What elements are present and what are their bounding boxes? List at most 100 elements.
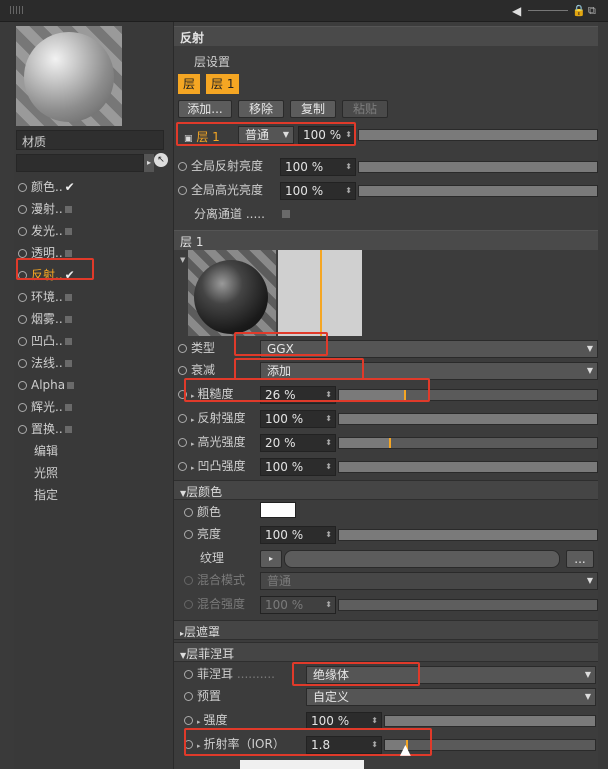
expand-arrow-icon[interactable]: ▼ (180, 256, 185, 264)
bump-strength-slider[interactable] (338, 461, 598, 473)
spinner-icon[interactable]: ⬍ (325, 411, 332, 427)
fresnel-header[interactable]: ▼层菲涅耳 (174, 642, 598, 662)
texture-slot[interactable] (284, 550, 560, 568)
remove-layer-button[interactable]: 移除 (238, 100, 284, 118)
spinner-icon[interactable]: ⬍ (345, 159, 352, 175)
extra-assignment[interactable]: 指定 (34, 484, 58, 506)
bump-strength-field[interactable]: 100 % ⬍ (260, 458, 336, 476)
strength-slider[interactable] (384, 715, 596, 727)
texture-menu-button[interactable]: ▸ (260, 550, 282, 568)
expand-arrow-icon[interactable]: ▸ (197, 718, 201, 726)
radio-icon[interactable] (178, 414, 187, 423)
preset-select[interactable]: 自定义 ▼ (306, 688, 596, 706)
radio-icon[interactable] (178, 162, 187, 171)
channel-glow[interactable]: 辉光.. (18, 396, 168, 418)
radio-icon[interactable] (18, 425, 27, 434)
checkbox[interactable] (64, 338, 72, 345)
spinner-icon[interactable]: ⬍ (325, 597, 332, 613)
global-reflect-slider[interactable] (358, 161, 598, 173)
checkbox[interactable] (64, 206, 72, 213)
radio-icon[interactable] (178, 186, 187, 195)
spinner-icon[interactable]: ⬍ (325, 459, 332, 475)
channel-normal[interactable]: 法线.. (18, 352, 168, 374)
spinner-icon[interactable]: ⬍ (371, 713, 378, 729)
radio-icon[interactable] (18, 249, 27, 258)
drag-grip-icon[interactable] (10, 6, 24, 14)
radio-icon[interactable] (184, 576, 193, 585)
add-layer-button[interactable]: 添加... (178, 100, 232, 118)
radio-icon[interactable] (178, 462, 187, 471)
pick-icon[interactable]: ↖ (154, 153, 168, 167)
reflect-strength-field[interactable]: 100 % ⬍ (260, 410, 336, 428)
material-name-field[interactable]: 材质 (16, 130, 164, 150)
radio-icon[interactable] (18, 205, 27, 214)
radio-icon[interactable] (18, 227, 27, 236)
checkbox[interactable] (64, 250, 72, 257)
layer-tab-1[interactable]: 层 1 (206, 74, 240, 94)
channel-alpha[interactable]: Alpha (18, 374, 168, 396)
texture-browse-button[interactable]: ... (566, 550, 594, 568)
channel-diffuse[interactable]: 漫射.. (18, 198, 168, 220)
channel-color[interactable]: 颜色.. ✔ (18, 176, 168, 198)
expand-arrow-icon[interactable]: ▸ (191, 464, 195, 472)
checkbox[interactable] (64, 294, 72, 301)
expand-arrow-icon[interactable]: ▸ (191, 416, 195, 424)
expand-arrow-icon[interactable]: ▸ (191, 440, 195, 448)
radio-icon[interactable] (184, 530, 193, 539)
material-preview[interactable] (16, 26, 122, 126)
radio-icon[interactable] (184, 716, 193, 725)
checkbox[interactable] (64, 404, 72, 411)
checkbox[interactable] (67, 382, 75, 389)
collapse-arrow-icon[interactable]: ◀ (512, 4, 521, 18)
brightness-slider[interactable] (338, 529, 598, 541)
layer-mask-header[interactable]: ▸层遮罩 (174, 620, 598, 640)
radio-icon[interactable] (178, 366, 187, 375)
spinner-icon[interactable]: ⬍ (325, 527, 332, 543)
radio-icon[interactable] (184, 670, 193, 679)
radio-icon[interactable] (184, 600, 193, 609)
radio-icon[interactable] (184, 692, 193, 701)
radio-icon[interactable] (18, 183, 27, 192)
radio-icon[interactable] (18, 293, 27, 302)
channel-fog[interactable]: 烟雾.. (18, 308, 168, 330)
checkmark-icon[interactable]: ✔ (65, 180, 75, 194)
extra-editor[interactable]: 编辑 (34, 440, 58, 462)
layer1-preview[interactable] (188, 250, 276, 336)
checkbox[interactable] (64, 316, 72, 323)
material-link-arrow-icon[interactable]: ▸ (144, 154, 154, 172)
channel-displacement[interactable]: 置换.. (18, 418, 168, 440)
spinner-icon[interactable]: ⬍ (325, 435, 332, 451)
radio-icon[interactable] (18, 403, 27, 412)
global-spec-field[interactable]: 100 % ⬍ (280, 182, 356, 200)
spec-strength-slider[interactable] (338, 437, 598, 449)
new-window-icon[interactable]: ⧉ (588, 4, 596, 18)
blend-strength-field[interactable]: 100 % ⬍ (260, 596, 336, 614)
lock-icon[interactable]: 🔒 (572, 4, 586, 17)
spec-strength-field[interactable]: 20 % ⬍ (260, 434, 336, 452)
blend-mode-select[interactable]: 普通 ▼ (260, 572, 598, 590)
radio-icon[interactable] (184, 508, 193, 517)
layer-tab-root[interactable]: 层 (178, 74, 201, 94)
global-spec-slider[interactable] (358, 185, 598, 197)
brightness-field[interactable]: 100 % ⬍ (260, 526, 336, 544)
channel-luminance[interactable]: 发光.. (18, 220, 168, 242)
checkbox[interactable] (64, 228, 72, 235)
global-reflect-field[interactable]: 100 % ⬍ (280, 158, 356, 176)
spinner-icon[interactable]: ⬍ (345, 183, 352, 199)
color-swatch[interactable] (260, 502, 296, 518)
channel-bump[interactable]: 凹凸.. (18, 330, 168, 352)
radio-icon[interactable] (178, 344, 187, 353)
copy-layer-button[interactable]: 复制 (290, 100, 336, 118)
extra-illumination[interactable]: 光照 (34, 462, 58, 484)
radio-icon[interactable] (18, 359, 27, 368)
material-link-field[interactable] (16, 154, 144, 172)
layer-opacity-slider[interactable] (358, 129, 598, 141)
checkbox[interactable] (64, 360, 72, 367)
radio-icon[interactable] (18, 337, 27, 346)
separate-passes-checkbox[interactable] (282, 210, 290, 218)
radio-icon[interactable] (18, 381, 27, 390)
checkbox[interactable] (64, 426, 72, 433)
layer-color-header[interactable]: ▼层颜色 (174, 480, 598, 500)
reflect-strength-slider[interactable] (338, 413, 598, 425)
channel-environment[interactable]: 环境.. (18, 286, 168, 308)
